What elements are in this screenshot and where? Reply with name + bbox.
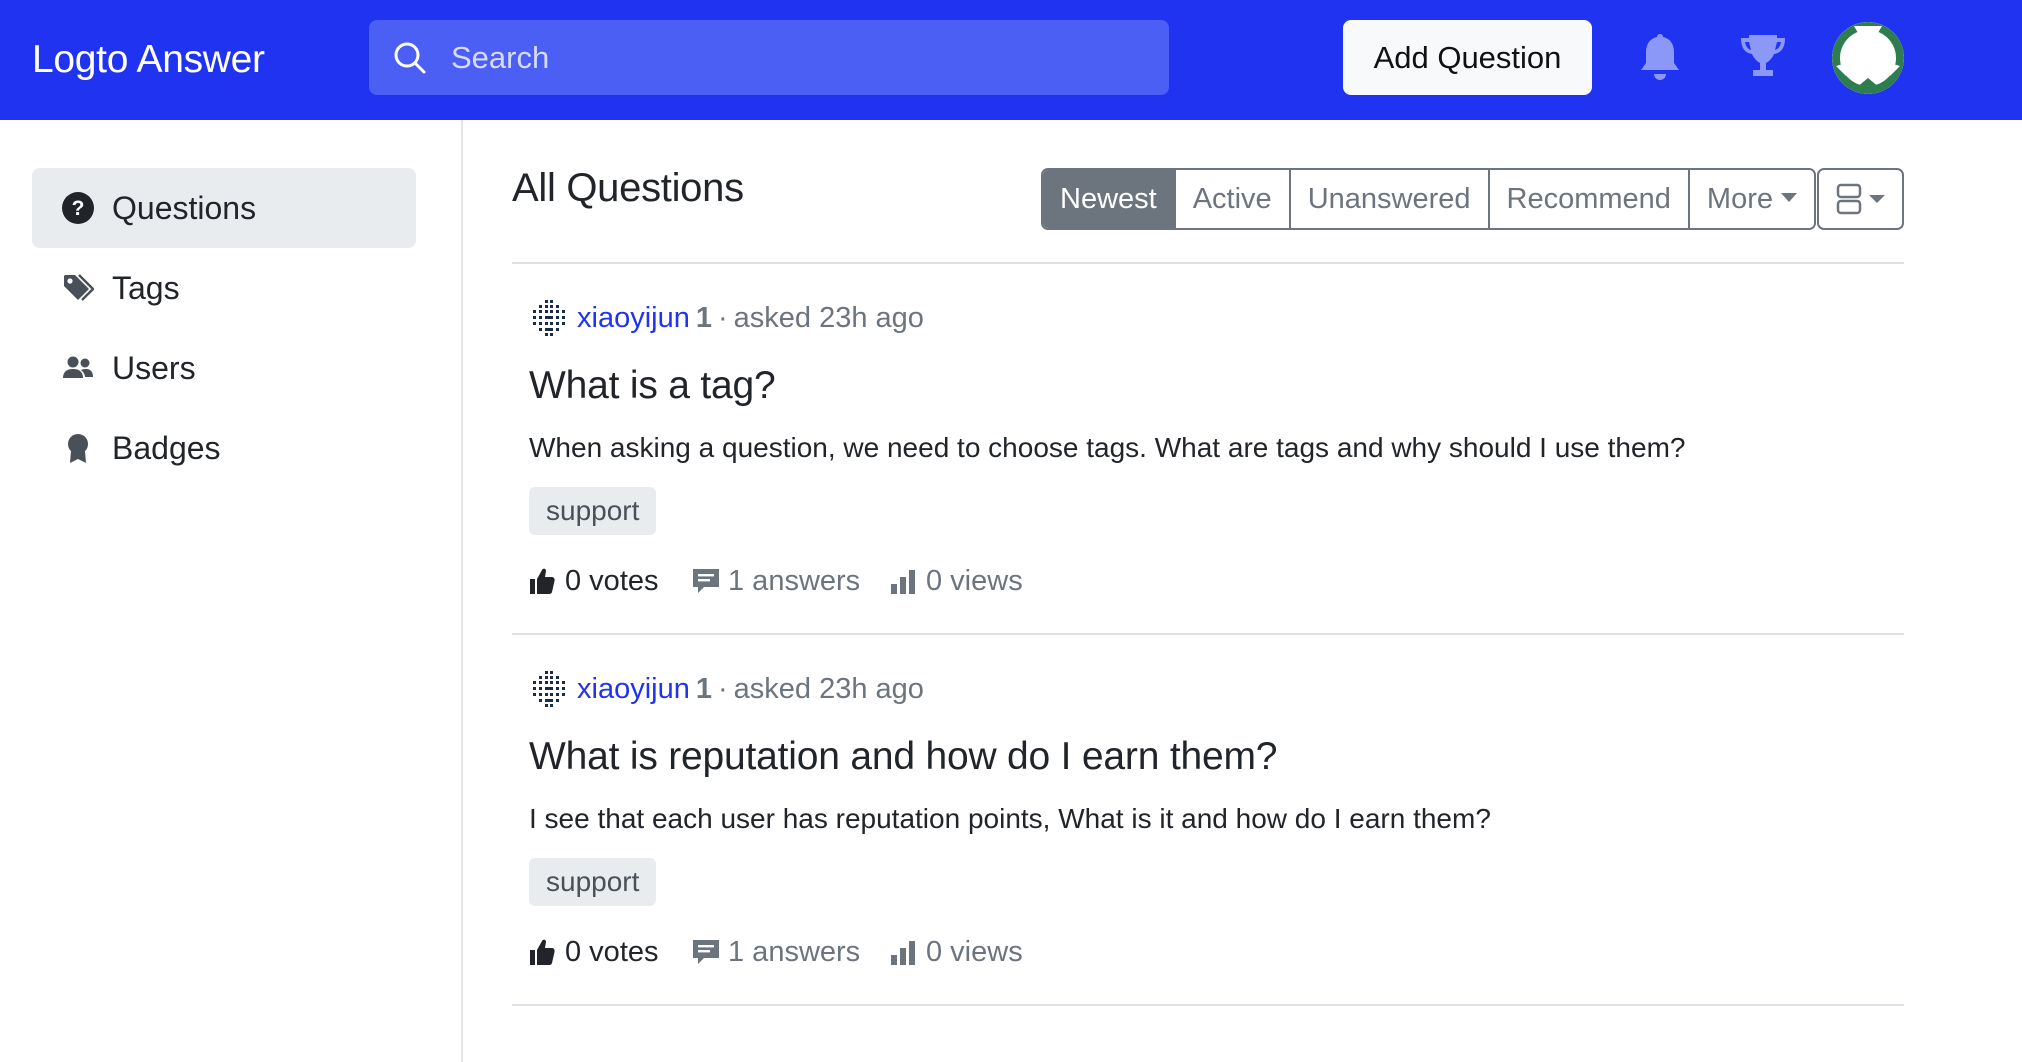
votes-count: 0 votes (565, 936, 659, 968)
add-question-button[interactable]: Add Question (1343, 20, 1592, 95)
answers-count: 1 answers (728, 936, 861, 968)
tab-newest[interactable]: Newest (1043, 170, 1176, 228)
sidebar-item-users[interactable]: Users (32, 328, 416, 408)
page-title: All Questions (512, 166, 744, 210)
divider (512, 1004, 1904, 1006)
user-identicon[interactable] (529, 298, 569, 338)
more-label: More (1706, 183, 1773, 215)
list-view-icon (1836, 183, 1885, 215)
asked-time: asked 23h ago (733, 302, 924, 334)
sort-tabs: Newest Active Unanswered Recommend More (1041, 168, 1816, 230)
bar-chart-icon (891, 570, 915, 594)
user-identicon[interactable] (529, 669, 569, 709)
sidebar-item-label: Tags (112, 270, 180, 306)
chevron-down-icon (1781, 192, 1797, 202)
view-mode-toggle[interactable] (1817, 168, 1904, 230)
views-count: 0 views (926, 565, 1023, 597)
tab-active[interactable]: Active (1175, 170, 1291, 228)
divider (512, 262, 1904, 264)
sidebar-item-tags[interactable]: Tags (32, 248, 416, 328)
sidebar: ? Questions Tags Users Badges (0, 120, 463, 1062)
search-input[interactable] (451, 20, 1151, 95)
votes-count: 0 votes (565, 565, 659, 597)
question-title-link[interactable]: What is reputation and how do I earn the… (529, 735, 1277, 779)
brand-logo[interactable]: Logto Answer (32, 0, 265, 120)
question-title-link[interactable]: What is a tag? (529, 364, 776, 408)
search-box[interactable] (369, 20, 1169, 95)
asked-time: asked 23h ago (733, 673, 924, 705)
top-navbar: Logto Answer Add Question (0, 0, 2022, 120)
answers-count: 1 answers (728, 565, 861, 597)
sidebar-item-label: Questions (112, 190, 257, 226)
reputation: 1 (695, 302, 712, 334)
svg-text:?: ? (72, 197, 85, 220)
users-icon (63, 356, 93, 378)
question-excerpt: I see that each user has reputation poin… (529, 803, 1491, 834)
sidebar-item-label: Users (112, 350, 196, 386)
comment-icon (693, 940, 719, 964)
tag-chip[interactable]: support (529, 858, 657, 906)
search-icon (394, 42, 426, 74)
sidebar-item-badges[interactable]: Badges (32, 408, 416, 488)
question-circle-icon: ? (62, 192, 94, 224)
avatar-image (1832, 22, 1904, 94)
user-avatar[interactable] (1832, 22, 1904, 94)
thumbs-up-icon (530, 568, 555, 594)
author-link[interactable]: xiaoyijun (577, 302, 690, 334)
tab-unanswered[interactable]: Unanswered (1290, 170, 1490, 228)
question-meta: xiaoyijun 1 · asked 23h ago (529, 298, 924, 338)
trophy-icon[interactable] (1739, 32, 1787, 82)
comment-icon (693, 569, 719, 593)
bar-chart-icon (891, 941, 915, 965)
tab-recommend[interactable]: Recommend (1489, 170, 1690, 228)
sidebar-item-questions[interactable]: ? Questions (32, 168, 416, 248)
question-meta: xiaoyijun 1 · asked 23h ago (529, 669, 924, 709)
more-dropdown[interactable]: More (1689, 170, 1814, 228)
tag-chip[interactable]: support (529, 487, 657, 535)
sidebar-item-label: Badges (112, 430, 221, 466)
separator-dot: · (717, 673, 728, 705)
author-link[interactable]: xiaoyijun (577, 673, 690, 705)
bell-icon[interactable] (1638, 32, 1682, 82)
views-count: 0 views (926, 936, 1023, 968)
award-icon (68, 434, 88, 463)
question-excerpt: When asking a question, we need to choos… (529, 432, 1686, 463)
reputation: 1 (695, 673, 712, 705)
divider (512, 633, 1904, 635)
separator-dot: · (717, 302, 728, 334)
tags-icon (64, 274, 94, 301)
thumbs-up-icon (530, 939, 555, 965)
